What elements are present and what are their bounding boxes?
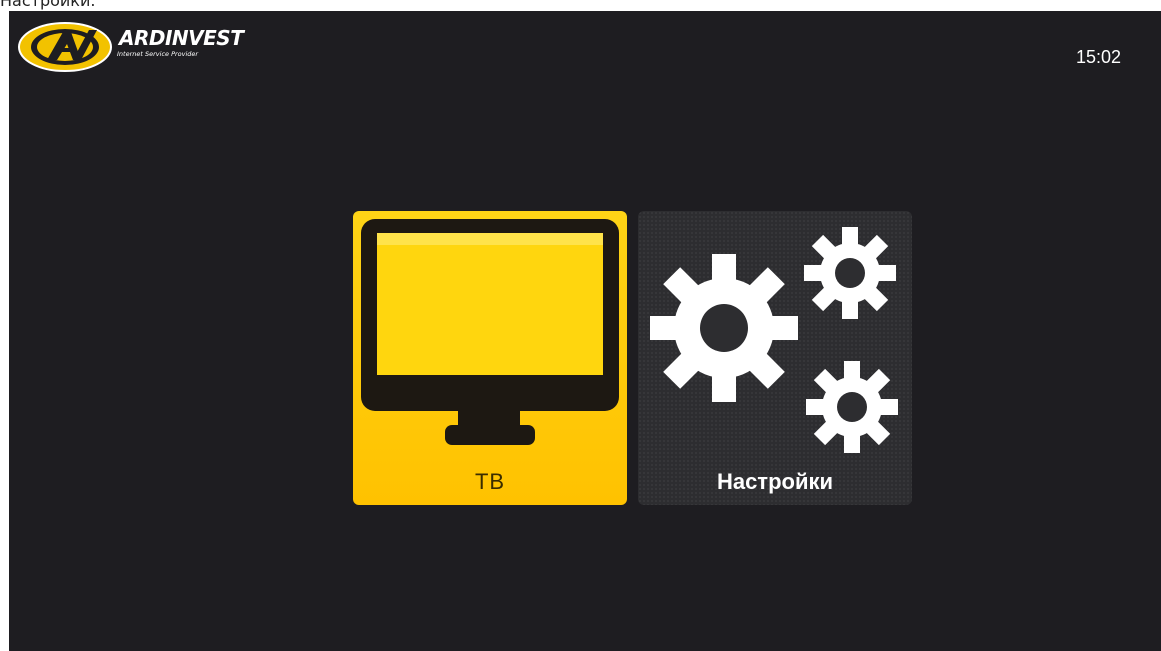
tile-settings-label: Настройки (716, 469, 834, 494)
tile-tv[interactable]: ТВ (353, 211, 627, 505)
logo-subtext: Internet Service Provider (117, 50, 199, 58)
tv-monitor-icon (361, 219, 619, 445)
ardinvest-logo: ARDINVEST Internet Service Provider (17, 20, 267, 74)
logo-emblem-icon (18, 22, 112, 72)
logo-text: ARDINVEST (119, 26, 244, 50)
gears-icon (650, 227, 898, 453)
tile-tv-label: ТВ (474, 469, 506, 494)
tv-home-screen: ARDINVEST Internet Service Provider 15:0… (9, 11, 1161, 651)
clock: 15:02 (1075, 47, 1121, 67)
page-caption: Настройки. (0, 0, 96, 10)
tile-settings[interactable]: Настройки (638, 211, 912, 505)
